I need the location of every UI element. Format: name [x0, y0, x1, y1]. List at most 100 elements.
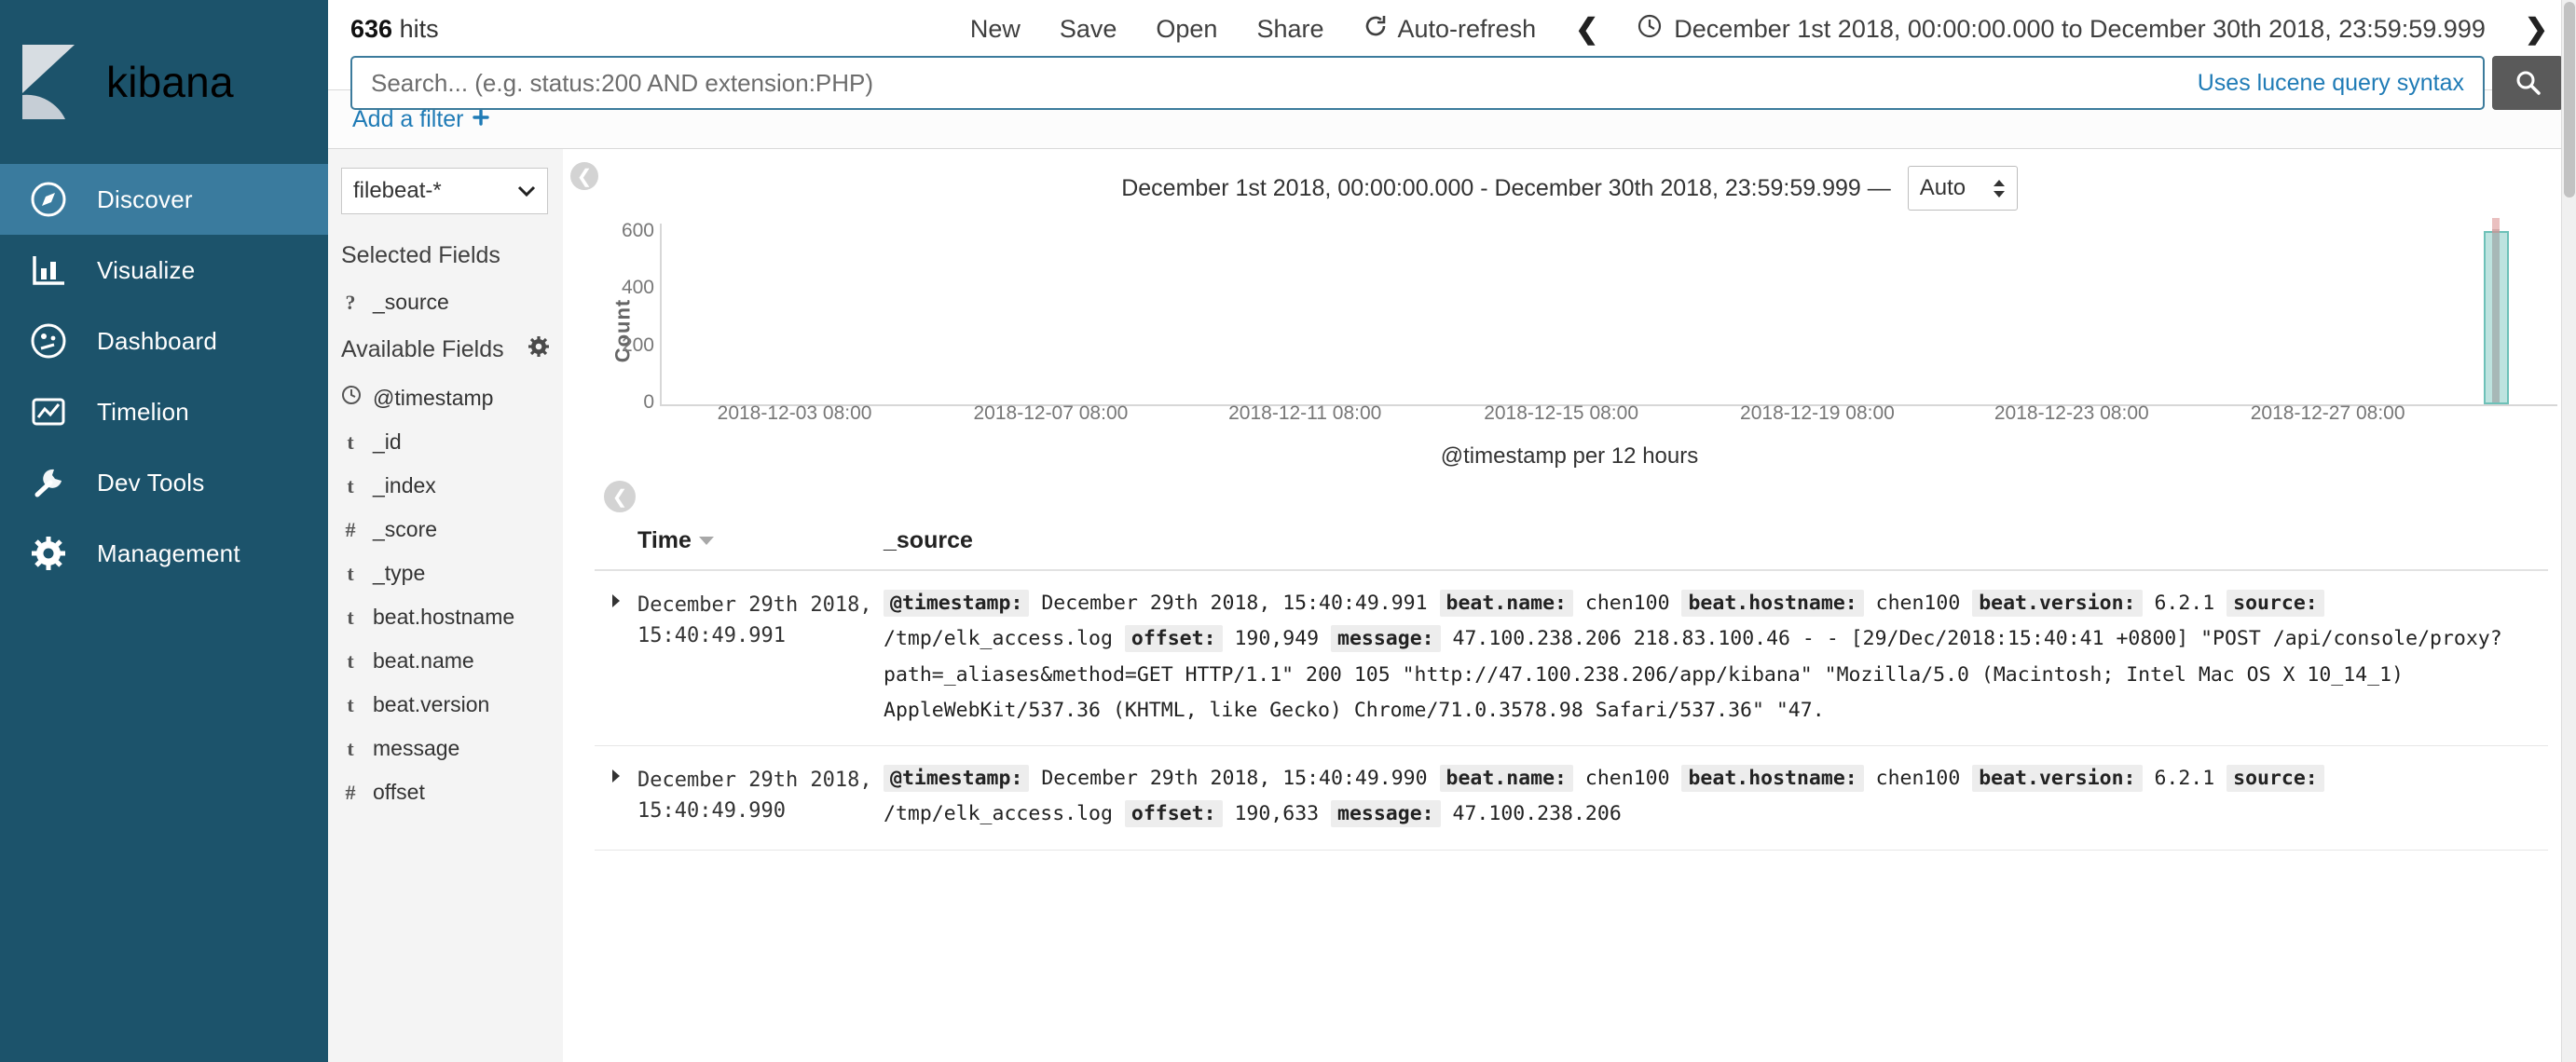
save-button[interactable]: Save: [1060, 15, 1117, 44]
available-fields-label: Available Fields: [341, 336, 504, 363]
doc-field-key: beat.name:: [1440, 590, 1573, 617]
hits-label: hits: [400, 15, 439, 43]
histogram-bar[interactable]: [2484, 231, 2509, 404]
doc-field-value: 6.2.1: [2154, 767, 2214, 790]
page-scrollbar[interactable]: [2561, 0, 2576, 1062]
search-input[interactable]: [371, 69, 2198, 98]
row-source: @timestamp: December 29th 2018, 15:40:49…: [884, 586, 2548, 728]
field-row-beat-hostname[interactable]: t beat.hostname: [328, 595, 563, 639]
gear-icon: [28, 533, 69, 574]
field-name: offset: [373, 780, 425, 805]
sidebar-item-discover[interactable]: Discover: [0, 164, 328, 235]
column-header-source: _source: [884, 527, 2548, 554]
doc-field-key: @timestamp:: [884, 590, 1029, 617]
brand[interactable]: kibana: [0, 0, 328, 164]
collapse-chart-button[interactable]: ❮: [604, 481, 636, 512]
y-tick: 600: [622, 220, 654, 242]
doc-field-key: beat.hostname:: [1681, 590, 1863, 617]
fields-panel: filebeat-* Selected Fields ? _source Ava…: [328, 149, 563, 1062]
field-row-beat-version[interactable]: t beat.version: [328, 683, 563, 727]
document-table: Time _source December 29th 2018, 15:40:4…: [595, 518, 2548, 851]
sidebar-item-management[interactable]: Management: [0, 518, 328, 589]
field-row-index[interactable]: t _index: [328, 464, 563, 508]
field-name: _id: [373, 429, 402, 455]
row-source: @timestamp: December 29th 2018, 15:40:49…: [884, 761, 2548, 833]
field-row-timestamp[interactable]: @timestamp: [328, 375, 563, 420]
sidebar-item-label: Timelion: [97, 398, 189, 427]
search-button[interactable]: [2492, 56, 2563, 110]
table-row[interactable]: December 29th 2018, 15:40:49.991 @timest…: [595, 571, 2548, 746]
time-prev-button[interactable]: ❮: [1575, 13, 1598, 46]
field-name: _source: [373, 290, 449, 315]
lucene-syntax-link[interactable]: Uses lucene query syntax: [2198, 70, 2464, 97]
refresh-icon: [1363, 14, 1388, 45]
table-row[interactable]: December 29th 2018, 15:40:49.990 @timest…: [595, 746, 2548, 851]
x-tick: 2018-12-03 08:00: [718, 402, 872, 425]
column-header-time[interactable]: Time: [595, 527, 884, 554]
expand-row-icon[interactable]: [595, 761, 637, 833]
table-header: Time _source: [595, 518, 2548, 571]
field-type-icon: t: [341, 693, 360, 717]
doc-field-value: chen100: [1585, 767, 1670, 790]
interval-select[interactable]: Auto: [1908, 166, 2018, 211]
doc-field-value: chen100: [1876, 767, 1961, 790]
chart-header: December 1st 2018, 00:00:00.000 - Decemb…: [563, 149, 2576, 214]
doc-field-value: December 29th 2018, 15:40:49.990: [1041, 767, 1427, 790]
field-type-icon: ?: [341, 291, 360, 315]
wrench-icon: [28, 462, 69, 503]
scrollbar-thumb[interactable]: [2564, 2, 2575, 197]
open-button[interactable]: Open: [1156, 15, 1217, 44]
y-tick: 400: [622, 277, 654, 299]
body: filebeat-* Selected Fields ? _source Ava…: [328, 149, 2576, 1062]
gear-icon[interactable]: [528, 335, 550, 364]
y-tick: 200: [622, 334, 654, 357]
field-row-score[interactable]: # _score: [328, 508, 563, 551]
time-range-label: December 1st 2018, 00:00:00.000 to Decem…: [1674, 15, 2486, 44]
time-next-button[interactable]: ❯: [2525, 13, 2548, 46]
collapse-sidebar-button[interactable]: ❮: [570, 162, 598, 190]
doc-field-key: beat.version:: [1972, 590, 2142, 617]
timelion-icon: [28, 391, 69, 432]
x-tick: 2018-12-15 08:00: [1484, 402, 1638, 425]
doc-field-value: 47.100.238.206: [1453, 627, 1622, 650]
sidebar-item-timelion[interactable]: Timelion: [0, 376, 328, 447]
x-tick: 2018-12-19 08:00: [1740, 402, 1895, 425]
share-button[interactable]: Share: [1256, 15, 1323, 44]
plot-area: [660, 224, 2557, 406]
field-row-beat-name[interactable]: t beat.name: [328, 639, 563, 683]
auto-refresh-button[interactable]: Auto-refresh: [1363, 14, 1537, 45]
search-box[interactable]: Uses lucene query syntax: [350, 56, 2485, 110]
clock-icon: [1637, 14, 1662, 45]
sidebar: kibana Discover Visualize Dashboard: [0, 0, 328, 1062]
column-label: Time: [637, 527, 692, 554]
sort-desc-icon[interactable]: [699, 537, 714, 545]
sidebar-item-dashboard[interactable]: Dashboard: [0, 306, 328, 376]
x-axis-label: @timestamp per 12 hours: [563, 443, 2576, 470]
sidebar-item-dev-tools[interactable]: Dev Tools: [0, 447, 328, 518]
doc-field-key: message:: [1331, 800, 1441, 827]
field-row-source[interactable]: ? _source: [328, 280, 563, 324]
expand-row-icon[interactable]: [595, 586, 637, 728]
field-type-icon: t: [341, 562, 360, 586]
doc-field-value: 190,633: [1234, 802, 1319, 825]
field-row-message[interactable]: t message: [328, 727, 563, 770]
x-tick: 2018-12-11 08:00: [1228, 402, 1381, 425]
sidebar-item-visualize[interactable]: Visualize: [0, 235, 328, 306]
index-pattern-select[interactable]: filebeat-*: [341, 168, 548, 214]
doc-field-value: 47.100.238.206: [1453, 802, 1622, 825]
field-row-id[interactable]: t _id: [328, 420, 563, 464]
field-row-offset[interactable]: # offset: [328, 770, 563, 814]
y-axis-ticks: 600 400 200 0: [606, 224, 654, 406]
field-row-type[interactable]: t _type: [328, 551, 563, 595]
selected-fields-title: Selected Fields: [328, 231, 563, 280]
field-name: _score: [373, 517, 437, 542]
field-name: _type: [373, 561, 425, 586]
doc-field-key: beat.hostname:: [1681, 765, 1863, 792]
new-button[interactable]: New: [970, 15, 1021, 44]
row-time: December 29th 2018, 15:40:49.991: [637, 586, 884, 728]
time-range-picker[interactable]: December 1st 2018, 00:00:00.000 to Decem…: [1637, 14, 2486, 45]
x-axis-ticks: 2018-12-03 08:00 2018-12-07 08:00 2018-1…: [660, 402, 2557, 430]
doc-field-value: /tmp/elk_access.log: [884, 627, 1113, 650]
dashboard-icon: [28, 320, 69, 361]
hits-count: 636 hits: [350, 0, 439, 44]
